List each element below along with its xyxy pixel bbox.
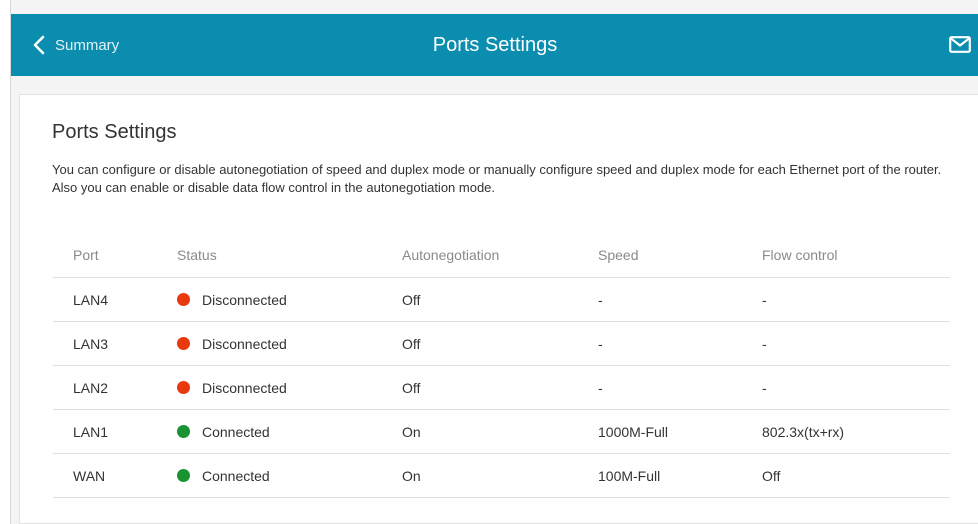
column-header-speed: Speed xyxy=(598,233,762,278)
flow-control-value: - xyxy=(762,365,950,410)
autonegotiation-value: Off xyxy=(402,365,598,410)
table-row[interactable]: WAN Connected On 100M-Full Off xyxy=(53,453,950,498)
status-text: Disconnected xyxy=(202,335,287,352)
autonegotiation-value: On xyxy=(402,453,598,498)
flow-control-value: Off xyxy=(762,453,950,498)
status-text: Disconnected xyxy=(202,379,287,396)
status-cell: Connected xyxy=(177,453,402,498)
status-cell: Disconnected xyxy=(177,321,402,366)
flow-control-value: 802.3x(tx+rx) xyxy=(762,409,950,454)
speed-value: 100M-Full xyxy=(598,453,762,498)
status-cell: Disconnected xyxy=(177,277,402,322)
flow-control-value: - xyxy=(762,277,950,322)
autonegotiation-value: On xyxy=(402,409,598,454)
flow-control-value: - xyxy=(762,321,950,366)
section-title: Ports Settings xyxy=(52,121,177,143)
column-header-flow-control: Flow control xyxy=(762,233,950,278)
status-disconnected-icon xyxy=(177,381,190,394)
status-connected-icon xyxy=(177,425,190,438)
speed-value: - xyxy=(598,365,762,410)
status-cell: Disconnected xyxy=(177,365,402,410)
speed-value: - xyxy=(598,277,762,322)
status-text: Disconnected xyxy=(202,291,287,308)
autonegotiation-value: Off xyxy=(402,321,598,366)
status-text: Connected xyxy=(202,423,270,440)
table-header-row: Port Status Autonegotiation Speed Flow c… xyxy=(53,233,950,278)
port-name: LAN1 xyxy=(53,409,177,454)
mail-icon[interactable] xyxy=(949,36,971,58)
top-bar: Summary Ports Settings xyxy=(11,14,978,76)
port-name: WAN xyxy=(53,453,177,498)
column-header-status: Status xyxy=(177,233,402,278)
table-row[interactable]: LAN4 Disconnected Off - - xyxy=(53,277,950,322)
ports-table: Port Status Autonegotiation Speed Flow c… xyxy=(53,233,950,498)
app-frame: Summary Ports Settings Ports Settings Yo… xyxy=(10,0,978,524)
status-text: Connected xyxy=(202,467,270,484)
port-name: LAN3 xyxy=(53,321,177,366)
column-header-port: Port xyxy=(53,233,177,278)
status-disconnected-icon xyxy=(177,293,190,306)
status-disconnected-icon xyxy=(177,337,190,350)
table-row[interactable]: LAN1 Connected On 1000M-Full 802.3x(tx+r… xyxy=(53,409,950,454)
autonegotiation-value: Off xyxy=(402,277,598,322)
speed-value: 1000M-Full xyxy=(598,409,762,454)
table-row[interactable]: LAN2 Disconnected Off - - xyxy=(53,365,950,410)
section-description: You can configure or disable autonegotia… xyxy=(52,162,942,195)
port-name: LAN2 xyxy=(53,365,177,410)
port-name: LAN4 xyxy=(53,277,177,322)
table-row[interactable]: LAN3 Disconnected Off - - xyxy=(53,321,950,366)
column-header-autonegotiation: Autonegotiation xyxy=(402,233,598,278)
speed-value: - xyxy=(598,321,762,366)
status-cell: Connected xyxy=(177,409,402,454)
status-connected-icon xyxy=(177,469,190,482)
page-title: Ports Settings xyxy=(432,33,558,56)
settings-card: Ports Settings You can configure or disa… xyxy=(19,94,978,524)
